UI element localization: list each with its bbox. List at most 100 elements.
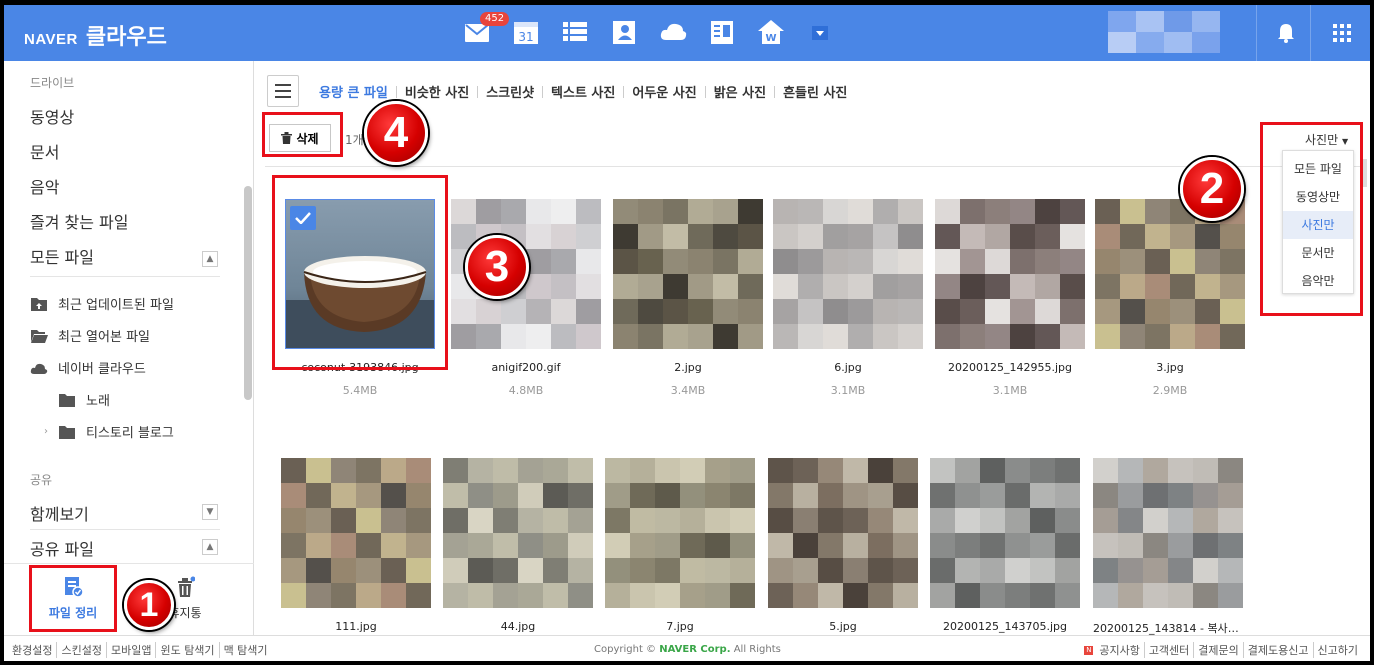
file-thumbnail[interactable] <box>930 458 1080 608</box>
file-card[interactable]: 20200125_143814 - 복사본.jpg <box>1093 458 1243 636</box>
tab-0[interactable]: 용량 큰 파일 <box>319 82 396 101</box>
tree-item-label: 최근 업데이트된 파일 <box>58 298 174 313</box>
footer-link[interactable]: 환경설정 <box>8 642 58 658</box>
divider <box>30 529 220 530</box>
sidebar-item-all-files[interactable]: 모든 파일 <box>30 244 94 268</box>
more-apps-button[interactable] <box>805 15 835 49</box>
chevron-up-icon[interactable]: ▲ <box>202 251 218 267</box>
app-switcher: 452 31 W <box>462 12 835 49</box>
sidebar-item-documents[interactable]: 문서 <box>30 139 59 163</box>
tree-item-label: 노래 <box>86 394 110 409</box>
folder-upload-icon <box>31 297 47 311</box>
file-thumbnail[interactable] <box>773 199 923 349</box>
file-name: 6.jpg <box>834 361 862 374</box>
chevron-up-icon[interactable]: ▲ <box>202 539 218 555</box>
file-size: 3.1MB <box>992 384 1028 397</box>
tree-item-label: 최근 열어본 파일 <box>58 330 150 345</box>
footer-link[interactable]: 고객센터 <box>1145 642 1195 658</box>
file-card[interactable]: 5.jpg <box>768 458 918 633</box>
file-card[interactable]: 44.jpg <box>443 458 593 633</box>
file-card[interactable]: 7.jpg <box>605 458 755 633</box>
sidebar-scrollbar[interactable] <box>244 186 252 400</box>
tab-1[interactable]: 비슷한 사진 <box>397 82 477 101</box>
file-name: 20200125_143705.jpg <box>943 620 1067 633</box>
sidebar-item-shared-view[interactable]: 함께보기 <box>30 501 89 525</box>
file-card[interactable]: 6.jpg 3.1MB <box>773 199 923 397</box>
brand-logo[interactable]: NAVER 클라우드 <box>24 19 167 51</box>
footer-link[interactable]: 결제도용신고 <box>1244 642 1314 658</box>
file-size: 3.1MB <box>830 384 866 397</box>
sidebar-item-favorites[interactable]: 즐겨 찾는 파일 <box>30 209 129 233</box>
tree-item-label: 네이버 클라우드 <box>58 362 146 377</box>
grid-menu-icon[interactable] <box>1330 21 1354 45</box>
sidebar-item-music[interactable]: 음악 <box>30 174 59 198</box>
chevron-right-icon[interactable]: › <box>44 426 48 437</box>
contacts-app-button[interactable] <box>609 15 639 49</box>
file-thumbnail[interactable] <box>281 458 431 608</box>
footer-link[interactable]: 신고하기 <box>1314 642 1362 658</box>
file-card[interactable]: anigif200.gif 4.8MB <box>451 199 601 397</box>
file-card[interactable]: 2.jpg 3.4MB <box>613 199 763 397</box>
annotation-number-4: 4 <box>364 101 428 165</box>
footer-link[interactable]: 공지사항 <box>1095 642 1145 658</box>
tab-6[interactable]: 흔들린 사진 <box>775 82 855 101</box>
naver-corp-link[interactable]: NAVER Corp. <box>659 644 730 655</box>
tab-2[interactable]: 스크린샷 <box>478 82 542 101</box>
user-profile-avatar[interactable] <box>1108 11 1220 53</box>
mail-app-button[interactable]: 452 <box>462 12 510 49</box>
divider <box>30 276 220 277</box>
calendar-icon: 31 <box>514 22 538 44</box>
list-icon <box>563 22 587 41</box>
avatar-pixel <box>1108 11 1136 32</box>
tab-4[interactable]: 어두운 사진 <box>624 82 704 101</box>
tab-3[interactable]: 텍스트 사진 <box>543 82 623 101</box>
footer-link[interactable]: 맥 탐색기 <box>220 642 272 658</box>
tree-item-label: 티스토리 블로그 <box>86 426 174 441</box>
hamburger-menu-button[interactable] <box>267 75 299 107</box>
avatar-pixel <box>1164 32 1192 53</box>
calendar-app-button[interactable]: 31 <box>511 15 541 49</box>
file-thumbnail[interactable] <box>1095 199 1245 349</box>
file-thumbnail[interactable] <box>768 458 918 608</box>
file-thumbnail[interactable] <box>605 458 755 608</box>
file-size: 4.8MB <box>508 384 544 397</box>
avatar-pixel <box>1108 32 1136 53</box>
file-name: 20200125_142955.jpg <box>948 361 1072 374</box>
file-card[interactable]: 3.jpg 2.9MB <box>1095 199 1245 397</box>
cloud-app-button[interactable] <box>658 15 688 49</box>
sidebar: 드라이브 동영상 문서 음악 즐겨 찾는 파일 모든 파일 ▲ 최근 업데이트된… <box>4 61 254 635</box>
file-thumbnail[interactable] <box>443 458 593 608</box>
file-card[interactable]: 111.jpg <box>281 458 431 633</box>
copyright: Copyright © NAVER Corp. All Rights <box>594 644 781 655</box>
file-thumbnail[interactable] <box>935 199 1085 349</box>
sidebar-item-videos[interactable]: 동영상 <box>30 104 74 128</box>
memo-app-button[interactable] <box>707 15 737 49</box>
tab-5[interactable]: 밝은 사진 <box>706 82 774 101</box>
tree-item-recent-opened[interactable]: 최근 열어본 파일 <box>30 326 150 345</box>
office-app-button[interactable]: W <box>756 15 786 49</box>
footer-link[interactable]: 결제문의 <box>1194 642 1244 658</box>
list-app-button[interactable] <box>560 15 590 49</box>
header-divider <box>1256 5 1257 61</box>
bell-icon[interactable] <box>1274 21 1298 45</box>
app-window: NAVER 클라우드 452 31 W 드라이브 동영상 문서 음악 즐겨 찾는… <box>4 5 1370 661</box>
file-name: 44.jpg <box>500 620 536 633</box>
tree-item-recent-updated[interactable]: 최근 업데이트된 파일 <box>30 294 174 313</box>
footer-link[interactable]: 모바일앱 <box>107 642 157 658</box>
organize-tabs: 용량 큰 파일 비슷한 사진 스크린샷 텍스트 사진 어두운 사진 밝은 사진 흔들린 사진 <box>319 82 855 101</box>
file-card[interactable]: 20200125_142955.jpg 3.1MB <box>935 199 1085 397</box>
tree-item-folder-tistory[interactable]: › 티스토리 블로그 <box>44 422 174 441</box>
footer-link[interactable]: 윈도 탐색기 <box>156 642 220 658</box>
service-name: 클라우드 <box>85 25 167 50</box>
main-scrollbar[interactable] <box>1363 159 1367 187</box>
footer-link[interactable]: 스킨설정 <box>57 642 107 658</box>
annotation-number-2: 2 <box>1180 157 1244 221</box>
sidebar-item-shared-files[interactable]: 공유 파일 <box>30 536 94 560</box>
tree-item-folder-songs[interactable]: 노래 <box>58 390 110 409</box>
file-thumbnail[interactable] <box>1093 458 1243 608</box>
file-card[interactable]: 20200125_143705.jpg <box>930 458 1080 633</box>
file-name: 5.jpg <box>829 620 857 633</box>
chevron-down-icon[interactable]: ▼ <box>202 504 218 520</box>
file-thumbnail[interactable] <box>613 199 763 349</box>
tree-item-naver-cloud[interactable]: 네이버 클라우드 <box>30 358 146 377</box>
